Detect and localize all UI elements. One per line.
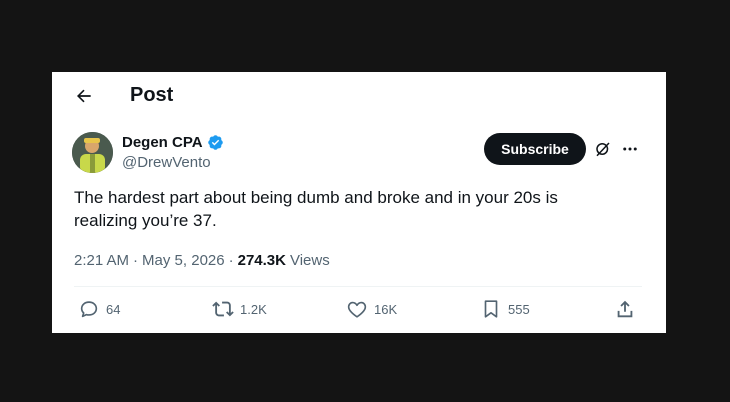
repost-count: 1.2K: [240, 301, 267, 317]
share-icon: [617, 300, 633, 318]
action-bar: 64 1.2K 16K 555: [52, 298, 666, 324]
back-button[interactable]: [72, 84, 96, 108]
like-button[interactable]: 16K: [346, 298, 397, 320]
views-label: Views: [289, 252, 330, 269]
tweet-text-line: realizing you’re 37.: [74, 211, 217, 230]
meta-separator: ·: [228, 252, 234, 269]
like-icon: [347, 301, 367, 318]
author-handle[interactable]: @DrewVento: [122, 154, 211, 171]
divider: [74, 286, 642, 287]
meta-separator: ·: [133, 252, 139, 269]
page-title: Post: [130, 84, 174, 106]
reply-icon: [80, 301, 98, 318]
subscribe-button[interactable]: Subscribe: [484, 133, 586, 165]
post-card: Post Degen CPA @DrewVento Subscribe The …: [52, 72, 666, 333]
author-display-name[interactable]: Degen CPA: [122, 134, 203, 151]
grok-button[interactable]: [592, 138, 614, 160]
back-arrow-icon: [77, 89, 91, 103]
avatar[interactable]: [72, 132, 113, 173]
bookmark-count: 555: [508, 301, 530, 317]
post-header: Post: [52, 72, 666, 118]
verified-badge-icon: [207, 135, 223, 150]
repost-button[interactable]: 1.2K: [212, 298, 267, 320]
views-count: 274.3K: [237, 252, 286, 269]
tweet-text-line: The hardest part about being dumb and br…: [74, 188, 558, 207]
grok-icon: [596, 142, 610, 157]
bookmark-icon: [484, 300, 498, 318]
like-count: 16K: [374, 301, 398, 317]
repost-icon: [212, 301, 234, 317]
bookmark-button[interactable]: 555: [480, 298, 530, 320]
share-button[interactable]: [614, 298, 636, 320]
tweet-text: The hardest part about being dumb and br…: [74, 186, 614, 232]
more-options-button[interactable]: [618, 138, 642, 160]
reply-count: 64: [106, 301, 121, 317]
author-name-row: Degen CPA: [122, 134, 224, 151]
reply-button[interactable]: 64: [78, 298, 120, 320]
more-icon: [623, 147, 637, 151]
tweet-meta: 2:21 AM · May 5, 2026 · 274.3K Views: [74, 252, 330, 269]
avatar-image: [72, 132, 113, 173]
tweet-time[interactable]: 2:21 AM: [74, 252, 129, 269]
tweet-date[interactable]: May 5, 2026: [142, 252, 225, 269]
